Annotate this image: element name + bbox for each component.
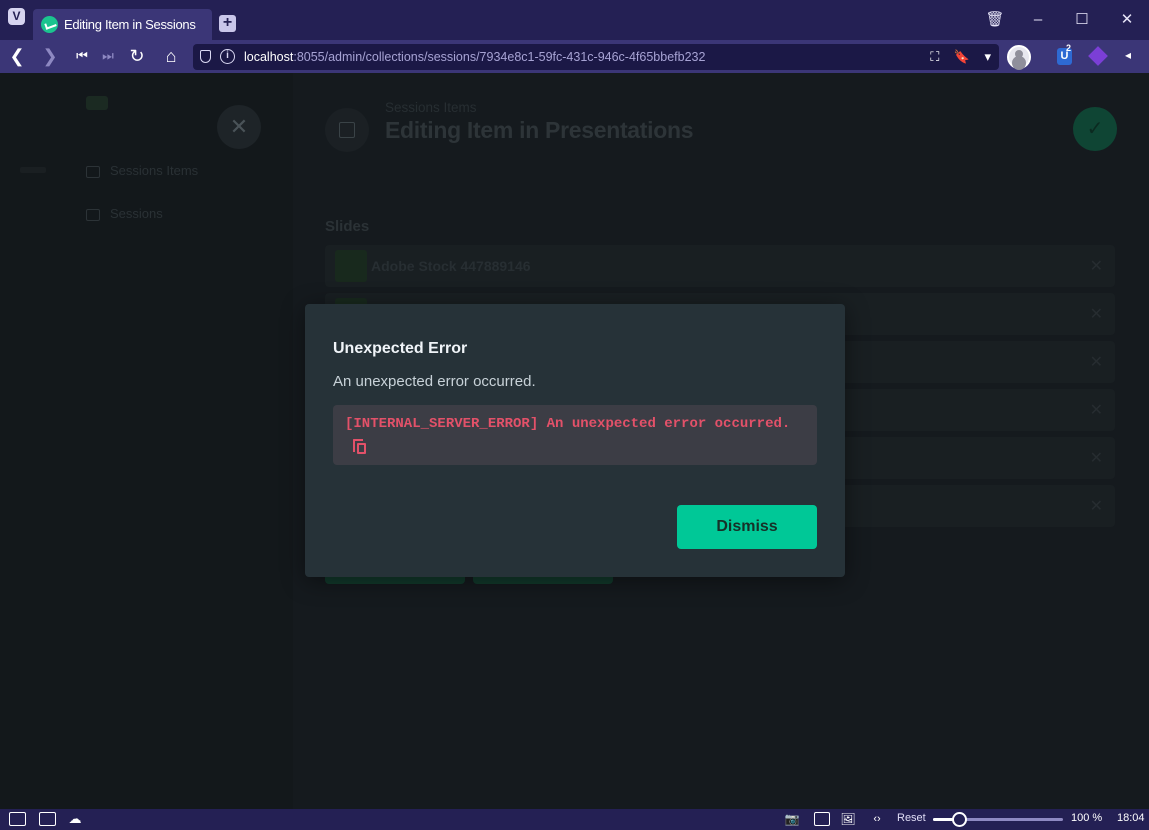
error-details-box: [INTERNAL_SERVER_ERROR] An unexpected er… [333,405,817,465]
extensions-collapse-icon[interactable]: ◂ [1125,48,1131,62]
error-text: [INTERNAL_SERVER_ERROR] An unexpected er… [345,416,791,432]
bookmark-icon[interactable]: 🔖 [954,49,970,64]
dialog-title: Unexpected Error [333,340,468,357]
dismiss-button[interactable]: Dismiss [677,505,817,549]
remove-icon[interactable]: ✕ [1090,352,1103,372]
dropdown-icon[interactable]: ▾ [984,49,991,64]
extension-badge: 2 [1066,43,1072,53]
cube-icon [325,108,369,152]
remove-icon[interactable]: ✕ [1090,448,1103,468]
forward-button[interactable]: ❯ [39,45,61,67]
capture-icon[interactable]: ⛶ [930,49,939,64]
images-icon[interactable]: 🖼 [840,812,856,826]
close-window-button[interactable]: ✕ [1117,10,1137,30]
slide-name: Adobe Stock 447889146 [371,258,531,274]
remove-icon[interactable]: ✕ [1090,304,1103,324]
panel-toggle-icon[interactable] [9,812,26,826]
copy-icon[interactable] [353,439,366,454]
reload-button[interactable]: ↻ [126,45,148,67]
back-button[interactable]: ❮ [6,45,28,67]
minimize-button[interactable]: – [1028,10,1048,30]
zoom-slider[interactable] [933,812,1063,827]
list-item[interactable]: Adobe Stock 447889146 ✕ [325,245,1115,287]
maximize-button[interactable]: ☐ [1072,10,1092,30]
dialog-message: An unexpected error occurred. [333,373,536,390]
url-actions: ⛶ 🔖 ▾ [930,49,991,65]
close-icon[interactable]: ✕ [217,105,261,149]
collection-icon [86,96,108,110]
trash-icon[interactable]: 🗑 [985,10,1005,30]
browser-address-bar: ❮ ❯ ⏮ ⏭ ↻ ⌂ i localhost:8055/admin/colle… [0,40,1149,73]
profile-avatar[interactable] [1007,45,1031,69]
page-tiling-icon[interactable] [814,812,830,826]
slides-field-label: Slides [325,218,370,235]
browser-tab-active[interactable]: Editing Item in Sessions [33,9,212,40]
home-button[interactable]: ⌂ [160,45,182,67]
navigation-sidebar: ✕ Sessions Items Sessions [0,73,293,809]
tiling-icon[interactable] [39,812,56,826]
site-info-icon[interactable]: i [220,49,235,64]
folder-icon [86,208,100,221]
url-text: localhost:8055/admin/collections/session… [244,50,706,64]
zoom-slider-handle[interactable] [952,812,967,827]
remove-icon[interactable]: ✕ [1090,400,1103,420]
sidebar-marker [20,167,46,173]
tab-title: Editing Item in Sessions [64,17,196,32]
vivaldi-menu-icon[interactable]: V [8,8,25,25]
browser-statusbar: ☁ 📷 🖼 ‹› Reset 100 % 18:04 [0,809,1149,830]
remove-icon[interactable]: ✕ [1090,256,1103,276]
sidebar-item-sessions-items[interactable]: Sessions Items [86,163,198,179]
sync-cloud-icon[interactable]: ☁ [66,812,84,826]
camera-icon[interactable]: 📷 [784,812,800,826]
new-tab-button[interactable]: + [219,15,236,32]
browser-tabbar: V Editing Item in Sessions + 🗑 – ☐ ✕ [0,0,1149,40]
remove-icon[interactable]: ✕ [1090,496,1103,516]
breadcrumb[interactable]: Sessions Items [385,100,477,115]
page-actions-icon[interactable]: ‹› [869,812,885,826]
folder-icon [86,165,100,178]
shield-icon[interactable] [200,50,211,63]
rewind-button[interactable]: ⏮ [71,45,93,67]
error-dialog: Unexpected Error An unexpected error occ… [305,304,845,577]
directus-favicon-icon [41,16,58,33]
zoom-level: 100 % [1071,812,1103,824]
save-button[interactable]: ✓ [1073,107,1117,151]
url-field[interactable]: i localhost:8055/admin/collections/sessi… [193,44,999,70]
page-title: Editing Item in Presentations [385,117,694,143]
error-details: [INTERNAL_SERVER_ERROR] An unexpected er… [345,412,805,460]
zoom-reset-button[interactable]: Reset [897,812,926,824]
sidebar-item-sessions[interactable]: Sessions [86,206,163,222]
slide-thumbnail [335,250,367,282]
fast-forward-button[interactable]: ⏭ [97,45,119,67]
clock: 18:04 [1117,812,1145,824]
